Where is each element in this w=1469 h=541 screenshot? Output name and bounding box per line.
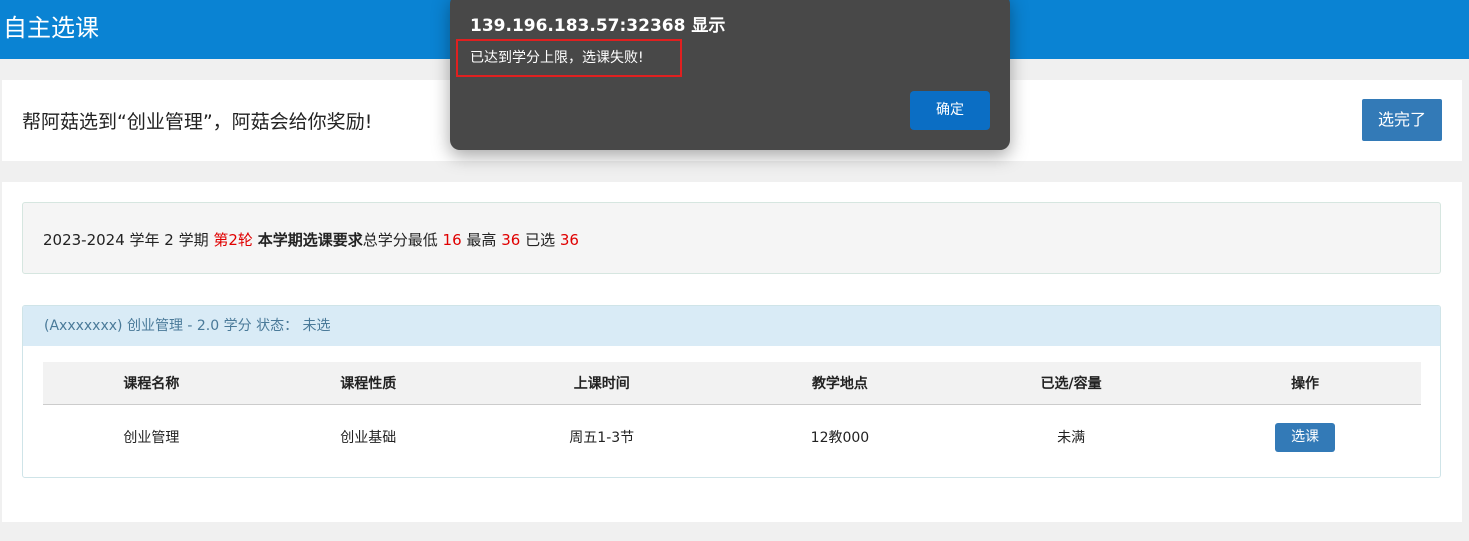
course-card-header: (Axxxxxxx) 创业管理 - 2.0 学分 状态： 未选: [23, 306, 1440, 346]
table-row: 创业管理 创业基础 周五1-3节 12教000 未满 选课: [43, 405, 1421, 470]
column-header: 上课时间: [476, 362, 727, 405]
course-title: (Axxxxxxx) 创业管理 - 2.0 学分 状态： 未选: [44, 318, 331, 334]
course-name-cell: 创业管理: [123, 430, 180, 446]
ok-button[interactable]: 确定: [910, 91, 990, 130]
selected-credit-label: 已选: [525, 231, 556, 249]
intro-text: 帮阿菇选到“创业管理”，阿菇会给你奖励!: [22, 111, 373, 133]
dialog-title: 139.196.183.57:32368 显示: [470, 16, 726, 36]
dialog-message: 已达到学分上限，选课失败!: [470, 50, 644, 66]
course-type-cell: 创业基础: [340, 430, 397, 446]
credit-summary-box: 2023-2024 学年 2 学期 第2轮 本学期选课要求总学分最低 16 最高…: [22, 202, 1441, 274]
column-header: 已选/容量: [953, 362, 1190, 405]
course-panel: 2023-2024 学年 2 学期 第2轮 本学期选课要求总学分最低 16 最高…: [2, 182, 1462, 522]
min-credit-label: 总学分最低: [362, 231, 438, 249]
min-credit-value: 16: [442, 231, 462, 249]
course-capacity-cell: 未满: [1057, 430, 1086, 446]
course-location-cell: 12教000: [810, 430, 870, 446]
course-time-cell: 周五1-3节: [569, 430, 635, 446]
credit-summary: 2023-2024 学年 2 学期 第2轮 本学期选课要求总学分最低 16 最高…: [43, 230, 579, 250]
column-header: 操作: [1189, 362, 1421, 405]
dialog-message-box: 已达到学分上限，选课失败!: [456, 39, 682, 77]
alert-dialog: 139.196.183.57:32368 显示 已达到学分上限，选课失败! 确定: [450, 0, 1010, 150]
term-label: 2023-2024 学年 2 学期: [43, 231, 209, 249]
column-header: 课程名称: [43, 362, 260, 405]
page-title: 自主选课: [3, 14, 99, 42]
column-header: 课程性质: [259, 362, 477, 405]
selected-credit-value: 36: [559, 231, 579, 249]
done-button[interactable]: 选完了: [1362, 99, 1442, 141]
max-credit-value: 36: [501, 231, 521, 249]
round-label: 第2轮: [213, 231, 253, 249]
course-table: 课程名称 课程性质 上课时间 教学地点 已选/容量 操作 创业管理 创业基础 周…: [43, 362, 1421, 469]
table-header-row: 课程名称 课程性质 上课时间 教学地点 已选/容量 操作: [43, 362, 1421, 405]
max-credit-label: 最高: [466, 231, 497, 249]
course-action-cell: 选课: [1189, 405, 1421, 470]
column-header: 教学地点: [726, 362, 954, 405]
requirement-label: 本学期选课要求: [257, 231, 363, 249]
select-course-button[interactable]: 选课: [1275, 422, 1336, 452]
course-card: (Axxxxxxx) 创业管理 - 2.0 学分 状态： 未选 课程名称 课程性…: [22, 305, 1441, 478]
